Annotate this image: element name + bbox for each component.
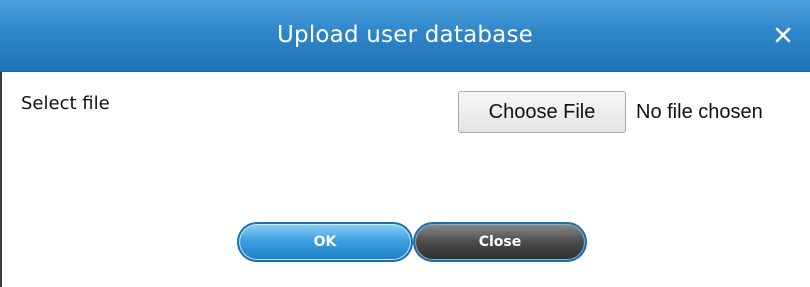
- upload-dialog: Upload user database Select file Choose …: [0, 0, 810, 287]
- dialog-title: Upload user database: [276, 22, 533, 48]
- no-file-chosen-text: No file chosen: [636, 101, 763, 123]
- dialog-titlebar: Upload user database: [0, 0, 810, 72]
- close-button[interactable]: Close: [413, 222, 587, 262]
- close-x-icon[interactable]: [770, 22, 796, 48]
- choose-file-button[interactable]: Choose File: [458, 91, 626, 133]
- select-file-label: Select file: [21, 93, 110, 114]
- ok-button[interactable]: OK: [237, 222, 413, 262]
- dialog-left-border: [0, 70, 2, 287]
